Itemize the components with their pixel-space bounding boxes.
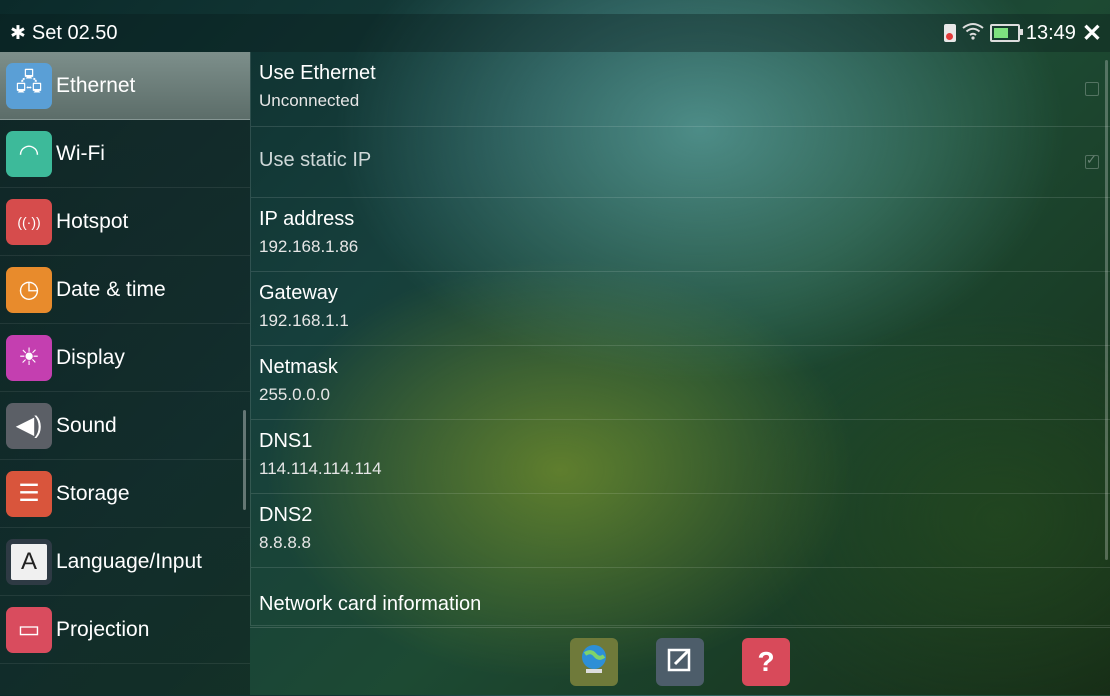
setting-title: DNS2 [259,504,313,526]
clock-icon: ◷ [6,266,52,313]
setting-title: Netmask [259,356,338,378]
brightness-icon: ☀ [6,334,52,381]
status-bar-left: ✱ Set 02.50 [0,22,118,45]
edit-icon [665,644,695,681]
sd-card-icon [943,24,956,42]
speaker-icon: ◀) [6,402,52,449]
sidebar-item-label: Date & time [56,277,166,301]
help-button[interactable]: ? [742,638,790,686]
setting-value: Unconnected [259,91,360,110]
edit-button[interactable] [656,638,704,686]
wifi-icon: ◠ [6,130,52,177]
bottom-toolbar: ? [250,627,1110,696]
sidebar-item-hotspot[interactable]: ((·)) Hotspot [0,188,250,256]
sidebar-item-ethernet[interactable]: 🖧 Ethernet [0,52,250,120]
gear-icon[interactable]: ✱ [10,22,26,45]
setting-row-dns1[interactable]: DNS1 114.114.114.114 [251,420,1110,494]
setting-row-network-card-information[interactable]: Network card information [251,568,1110,626]
setting-title: Gateway [259,282,338,304]
setting-title: Network card information [259,593,482,615]
hotspot-icon: ((·)) [6,198,52,245]
setting-title: DNS1 [259,430,313,452]
ethernet-icon: 🖧 [6,62,52,109]
close-icon[interactable]: ✕ [1082,19,1102,48]
setting-title: Use static IP [259,149,372,171]
keyboard-icon: A [6,538,52,585]
setting-value: 8.8.8.8 [259,533,311,552]
content-scrollbar[interactable] [1105,60,1108,560]
setting-value: 192.168.1.1 [259,311,349,330]
ethernet-settings-list: Use Ethernet Unconnected Use static IP IP a… [250,52,1110,626]
sidebar-item-label: Hotspot [56,209,129,233]
sidebar: 🖧 Ethernet ◠ Wi-Fi ((·)) Hotspot ◷ Date & time ☀… [0,52,250,695]
storage-icon: ☰ [6,470,52,517]
setting-row-netmask[interactable]: Netmask 255.0.0.0 [251,346,1110,420]
setting-row-gateway[interactable]: Gateway 192.168.1.1 [251,272,1110,346]
setting-value: 114.114.114.114 [259,459,382,478]
setting-row-use-static-ip[interactable]: Use static IP [251,127,1110,198]
clock-time: 13:49 [1025,21,1076,44]
sidebar-item-label: Display [56,345,125,369]
setting-checkbox[interactable] [1085,152,1099,169]
globe-button[interactable] [570,638,618,686]
setting-row-use-ethernet[interactable]: Use Ethernet Unconnected [251,52,1110,127]
status-bar: ✱ Set 02.50 13:49 ✕ [0,14,1110,52]
sidebar-item-label: Projection [56,617,150,641]
sidebar-item-date-time[interactable]: ◷ Date & time [0,256,250,324]
setting-value: 192.168.1.86 [259,237,359,256]
sidebar-item-display[interactable]: ☀ Display [0,324,250,392]
sidebar-item-label: Language/Input [56,549,202,573]
sidebar-item-wi-fi[interactable]: ◠ Wi-Fi [0,120,250,188]
sidebar-item-label: Ethernet [56,73,136,97]
app-title: Set 02.50 [31,21,118,44]
globe-icon [577,642,611,683]
sidebar-item-storage[interactable]: ☰ Storage [0,460,250,528]
setting-title: Use Ethernet [259,62,376,84]
setting-value: 255.0.0.0 [259,385,330,404]
setting-checkbox[interactable] [1085,82,1099,96]
sidebar-item-language-input[interactable]: A Language/Input [0,528,250,596]
projection-icon: ▭ [6,606,52,653]
sidebar-item-projection[interactable]: ▭ Projection [0,596,250,664]
setting-row-dns2[interactable]: DNS2 8.8.8.8 [251,494,1110,568]
battery-icon [989,24,1023,42]
sidebar-item-label: Sound [56,413,117,437]
sidebar-scrollbar[interactable] [243,410,246,510]
wifi-icon [962,22,984,45]
setting-row-ip-address[interactable]: IP address 192.168.1.86 [251,198,1110,272]
sidebar-item-sound[interactable]: ◀) Sound [0,392,250,460]
sidebar-item-label: Wi-Fi [56,141,105,165]
help-icon: ? [757,646,775,677]
setting-title: IP address [259,208,355,230]
sidebar-item-label: Storage [56,481,130,505]
status-bar-right: 13:49 ✕ [943,19,1110,48]
